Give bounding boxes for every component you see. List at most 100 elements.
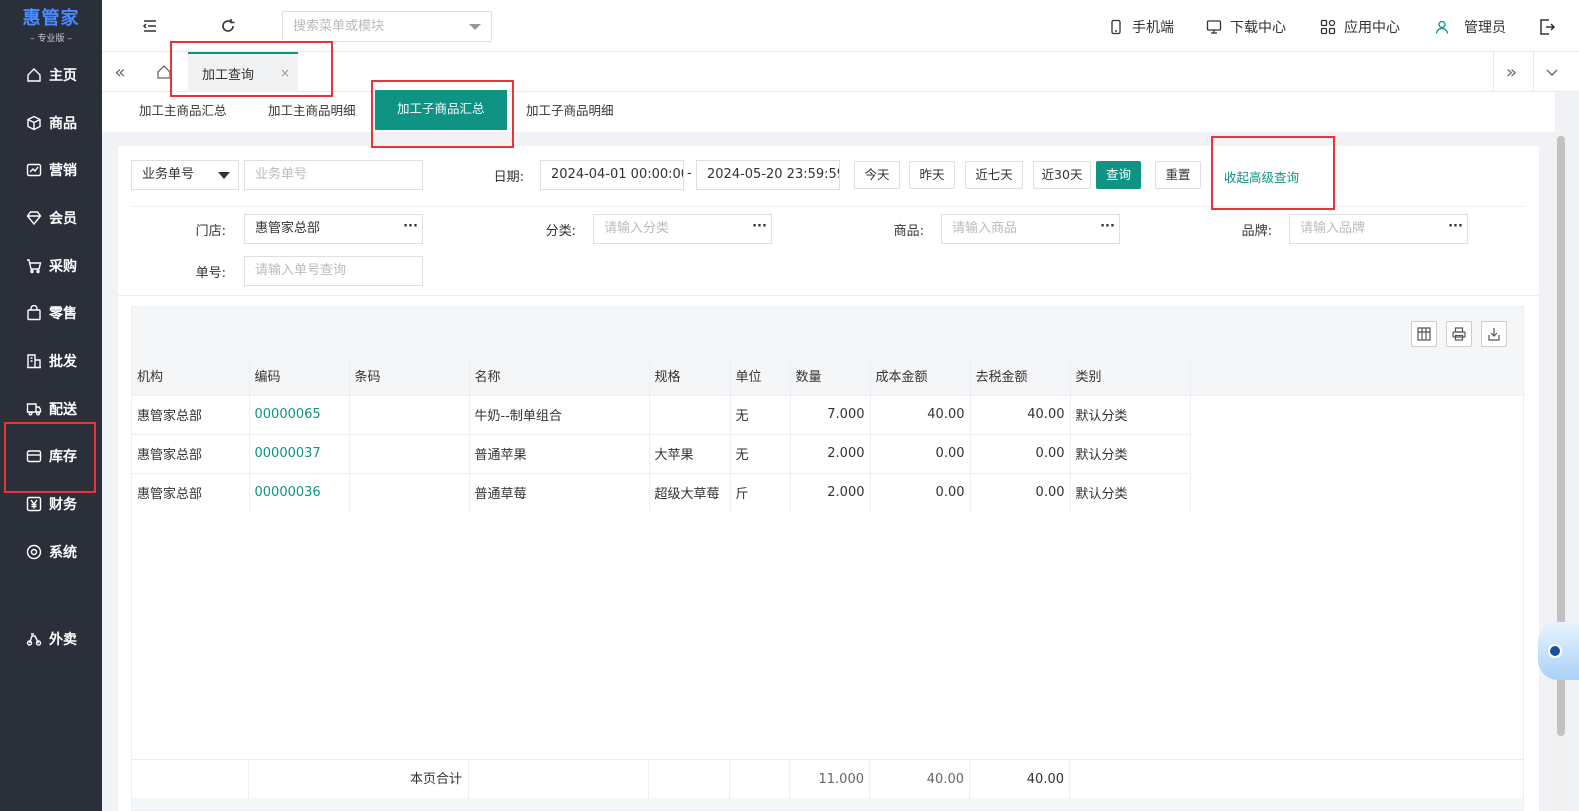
logout-icon[interactable] bbox=[1537, 17, 1557, 37]
cell-code[interactable]: 00000036 bbox=[249, 473, 350, 513]
app-edition: – 专业版 – bbox=[30, 33, 72, 44]
cell-qty: 2.000 bbox=[790, 473, 871, 513]
col-code[interactable]: 编码 bbox=[249, 357, 350, 396]
date-to-input[interactable]: 2024-05-20 23:59:59 bbox=[696, 160, 840, 190]
print-icon[interactable] bbox=[1446, 321, 1472, 347]
home-tab[interactable] bbox=[146, 52, 182, 92]
table-row[interactable]: 惠管家总部 00000037 普通苹果 大苹果 无 2.000 0.00 0.0… bbox=[132, 434, 1523, 474]
brand-input[interactable]: 请输入品牌 bbox=[1289, 214, 1445, 244]
doc-type-select[interactable]: 业务单号 bbox=[131, 160, 239, 190]
doc-type-value: 业务单号 bbox=[142, 167, 195, 182]
category-input[interactable]: 请输入分类 bbox=[593, 214, 749, 244]
product-picker-button[interactable]: ··· bbox=[1096, 214, 1120, 244]
cell-net: 0.00 bbox=[970, 434, 1071, 474]
sidebar-item-label: 配送 bbox=[49, 402, 77, 418]
page-scrollbar[interactable] bbox=[1555, 132, 1567, 811]
sidebar-item-home[interactable]: 主页 bbox=[0, 55, 102, 95]
last-7-days-button[interactable]: 近七天 bbox=[965, 161, 1023, 189]
table-row[interactable]: 惠管家总部 00000036 普通草莓 超级大草莓 斤 2.000 0.00 0… bbox=[132, 473, 1523, 513]
col-qty[interactable]: 数量 bbox=[790, 357, 871, 396]
order-number-input[interactable]: 请输入单号查询 bbox=[244, 256, 423, 286]
cell-spec bbox=[649, 395, 731, 435]
sidebar-item-products[interactable]: 商品 bbox=[0, 103, 102, 143]
sidebar-item-takeout[interactable]: 外卖 bbox=[0, 619, 102, 659]
sidebar-item-members[interactable]: 会员 bbox=[0, 198, 102, 238]
date-separator: - bbox=[687, 166, 692, 181]
yen-icon bbox=[26, 496, 42, 512]
col-unit[interactable]: 单位 bbox=[730, 357, 791, 396]
sidebar-item-retail[interactable]: 零售 bbox=[0, 293, 102, 333]
category-picker-button[interactable]: ··· bbox=[748, 214, 772, 244]
col-barcode[interactable]: 条码 bbox=[349, 357, 470, 396]
sidebar-item-label: 批发 bbox=[49, 354, 77, 370]
collapse-advanced-query-link[interactable]: 收起高级查询 bbox=[1224, 167, 1299, 186]
sidebar-item-label: 财务 bbox=[49, 497, 77, 513]
mascot-eye bbox=[1548, 644, 1562, 658]
download-center-link[interactable]: 下载中心 bbox=[1206, 17, 1286, 37]
bag-icon bbox=[26, 305, 42, 321]
store-picker-button[interactable]: ··· bbox=[399, 214, 423, 244]
app-center-link[interactable]: 应用中心 bbox=[1320, 17, 1400, 37]
date-from-input[interactable]: 2024-04-01 00:00:00 bbox=[540, 160, 684, 190]
sidebar-item-finance[interactable]: 财务 bbox=[0, 484, 102, 524]
cell-unit: 斤 bbox=[730, 473, 791, 513]
col-filler bbox=[1190, 357, 1523, 396]
tab-main-product-summary[interactable]: 加工主商品汇总 bbox=[139, 92, 227, 132]
last-30-days-button[interactable]: 近30天 bbox=[1033, 161, 1091, 189]
phone-icon bbox=[1111, 19, 1121, 35]
cell-qty: 2.000 bbox=[790, 434, 871, 474]
tabs-scroll-right-icon[interactable]: » bbox=[1493, 52, 1529, 92]
col-category[interactable]: 类别 bbox=[1070, 357, 1191, 396]
user-menu[interactable]: 管理员 bbox=[1434, 17, 1506, 37]
sidebar-item-distribution[interactable]: 配送 bbox=[0, 389, 102, 429]
diamond-icon bbox=[26, 210, 42, 226]
menu-search-input[interactable]: 搜索菜单或模块 bbox=[282, 11, 492, 42]
cell-net: 0.00 bbox=[970, 473, 1071, 513]
tab-sub-product-detail[interactable]: 加工子商品明细 bbox=[526, 92, 614, 132]
truck-icon bbox=[26, 401, 42, 417]
tab-main-product-detail[interactable]: 加工主商品明细 bbox=[268, 92, 356, 132]
reset-button[interactable]: 重置 bbox=[1155, 161, 1201, 189]
query-button[interactable]: 查询 bbox=[1096, 161, 1141, 189]
mobile-link[interactable]: 手机端 bbox=[1108, 17, 1174, 37]
brand-picker-button[interactable]: ··· bbox=[1444, 214, 1468, 244]
tabs-menu-chevron-icon[interactable] bbox=[1533, 52, 1569, 92]
export-icon[interactable] bbox=[1481, 321, 1507, 347]
col-name[interactable]: 名称 bbox=[469, 357, 650, 396]
chevron-down-icon bbox=[218, 172, 230, 179]
cell-unit: 无 bbox=[730, 434, 791, 474]
sidebar-item-marketing[interactable]: 营销 bbox=[0, 150, 102, 190]
cell-code[interactable]: 00000037 bbox=[249, 434, 350, 474]
close-icon[interactable]: × bbox=[280, 66, 290, 80]
yesterday-button[interactable]: 昨天 bbox=[909, 161, 955, 189]
tabs-scroll-left-icon[interactable]: « bbox=[102, 52, 138, 92]
col-org[interactable]: 机构 bbox=[132, 357, 250, 396]
today-button[interactable]: 今天 bbox=[854, 161, 900, 189]
home-icon bbox=[157, 65, 171, 79]
sidebar-item-system[interactable]: 系统 bbox=[0, 532, 102, 572]
tab-sub-product-summary[interactable]: 加工子商品汇总 bbox=[375, 90, 507, 130]
sidebar-item-purchase[interactable]: 采购 bbox=[0, 246, 102, 286]
refresh-icon[interactable] bbox=[218, 16, 238, 36]
sidebar-item-wholesale[interactable]: 批发 bbox=[0, 341, 102, 381]
app-brand: 惠管家 bbox=[22, 7, 80, 29]
column-settings-icon[interactable] bbox=[1411, 321, 1437, 347]
category-label: 分类: bbox=[545, 224, 576, 239]
store-input[interactable]: 惠管家总部 bbox=[244, 214, 400, 244]
cell-cost: 0.00 bbox=[870, 434, 971, 474]
col-spec[interactable]: 规格 bbox=[649, 357, 731, 396]
col-net[interactable]: 去税金额 bbox=[970, 357, 1071, 396]
cell-barcode bbox=[349, 434, 470, 474]
cell-code[interactable]: 00000065 bbox=[249, 395, 350, 435]
assistant-mascot-icon[interactable] bbox=[1538, 622, 1579, 680]
tab-processing-query[interactable]: 加工查询 × bbox=[188, 52, 298, 92]
product-input[interactable]: 请输入商品 bbox=[941, 214, 1097, 244]
cell-org: 惠管家总部 bbox=[132, 434, 250, 474]
sidebar-item-label: 库存 bbox=[49, 449, 77, 465]
menu-collapse-icon[interactable] bbox=[140, 16, 160, 36]
table-row[interactable]: 惠管家总部 00000065 牛奶--制单组合 无 7.000 40.00 40… bbox=[132, 395, 1523, 435]
doc-number-input[interactable]: 业务单号 bbox=[244, 160, 423, 190]
sidebar-item-inventory[interactable]: 库存 bbox=[0, 436, 102, 476]
col-cost[interactable]: 成本金额 bbox=[870, 357, 971, 396]
cell-category: 默认分类 bbox=[1070, 473, 1191, 513]
